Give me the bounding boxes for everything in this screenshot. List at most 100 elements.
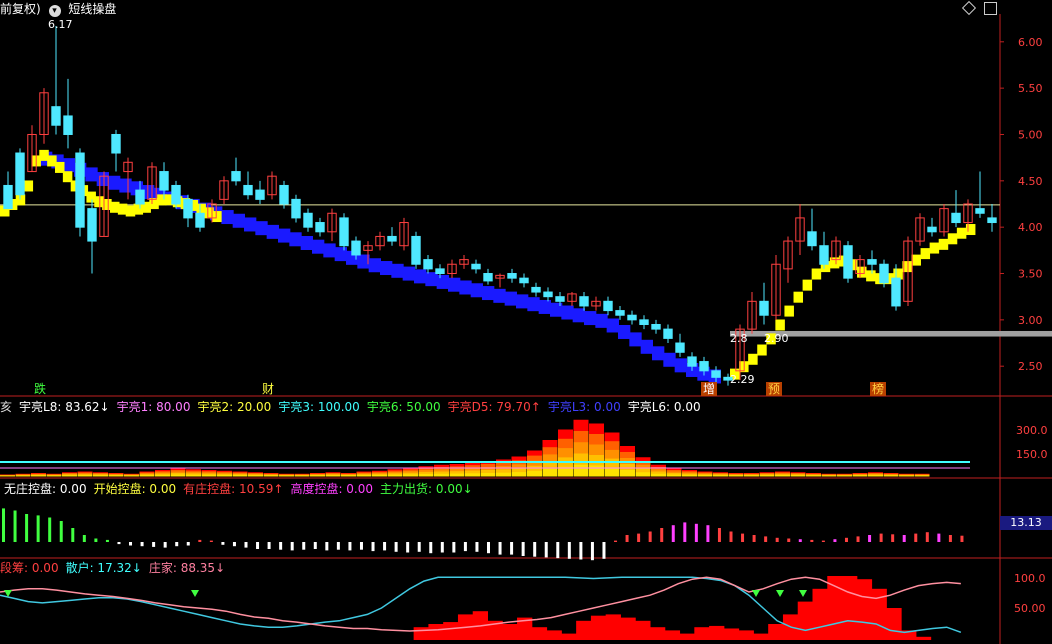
volume-segment [573,419,589,432]
control-bar [105,539,109,542]
y-tick: 50.00 [1014,602,1046,615]
volume-segment [589,465,604,477]
candle-body [63,115,73,135]
volume-segment [604,441,620,451]
control-bar [856,536,860,542]
volume-segment [542,454,558,463]
candle-body [759,300,769,316]
band-blue-segment [584,311,597,326]
candle-body [519,277,529,284]
volume-segment [310,475,325,477]
control-bar [833,539,837,542]
window-icon[interactable] [984,2,997,15]
y-tick: 5.00 [1018,128,1043,141]
volume-segment [728,475,744,477]
band-yellow-segment [23,180,34,192]
dealer-area-bar [590,615,607,640]
dealer-area-bar [709,625,725,640]
control-bar [429,542,433,554]
control-bar [13,510,17,542]
control-bar [614,540,618,542]
volume-segment [883,475,899,477]
candle-body [303,212,313,228]
band-yellow-segment [829,257,840,269]
control-bar [94,538,98,542]
candle-body [243,184,253,196]
band-yellow-segment [866,270,876,282]
dealer-area-bar [561,633,577,640]
control-bar [487,542,490,554]
dealer-area-bar [886,608,902,640]
band-blue-segment [119,178,132,193]
control-bar [302,542,306,550]
mid-left-label: 2.8 [730,332,748,345]
y-tick: 4.50 [1018,175,1043,188]
volume-segment [217,474,232,477]
volume-segment [108,475,124,477]
band-yellow-segment [212,211,222,223]
legend-item: 亥 [0,400,13,414]
candle-body [603,300,613,312]
control-bar [117,542,121,545]
control-bar [844,537,848,542]
control-bar [463,542,467,552]
dealer-panel [0,576,962,640]
band-blue-segment [663,352,676,367]
legend-item: 主力出货: 0.00↓ [380,482,473,496]
dealer-area-bar [620,617,636,640]
candle-body [543,291,553,298]
candle-body [867,259,877,265]
volume-segment [666,474,682,477]
dealer-area-bar [443,622,459,640]
control-bar [925,532,929,542]
volume-segment [589,423,604,435]
band-yellow-segment [757,344,767,356]
control-bar [637,533,641,542]
control-bar [891,534,895,542]
volume-segment [542,468,558,477]
panel4-legend: 段筹: 0.00 散户: 17.32↓ 庄家: 88.35↓ [0,561,232,575]
candle-body [531,286,541,293]
candle-body [891,277,901,307]
band-blue-segment [300,236,313,250]
band-yellow-segment [929,242,940,254]
control-bar [648,531,652,542]
band-blue-segment [244,217,257,232]
volume-segment [77,475,93,477]
band-yellow-segment [802,279,813,291]
candle-body [411,235,421,265]
candle-body [195,212,205,228]
control-bar [741,533,745,542]
volume-segment [279,475,294,477]
volume-segment [573,464,589,477]
candle-body [711,370,721,378]
dealer-area-bar [753,633,769,640]
band-blue-segment [618,324,631,339]
control-bar [752,535,756,542]
volume-segment [418,474,434,477]
control-bar [717,528,721,542]
volume-segment [821,475,837,477]
volume-segment [527,465,542,472]
band-blue-segment [527,297,540,312]
indicator-name[interactable]: 短线操盘 [68,2,116,16]
y-tick: 3.50 [1018,268,1043,281]
volume-segment [744,475,759,477]
band-blue-segment [334,247,347,262]
band-yellow-segment [793,291,804,303]
volume-segment [558,438,573,449]
band-blue-segment [391,263,404,278]
band-yellow-segment [947,233,958,245]
dealer-area-bar [576,620,592,640]
volume-segment [542,440,558,448]
volume-segment [589,444,604,456]
control-bar [325,542,329,551]
candle-body [423,259,433,270]
band-blue-segment [606,318,619,333]
control-bar [371,542,375,552]
control-bar [440,542,444,553]
chevron-down-icon[interactable]: ▾ [48,5,61,17]
volume-segment [620,464,635,471]
trend-bands [0,149,976,384]
band-yellow-segment [920,248,931,260]
